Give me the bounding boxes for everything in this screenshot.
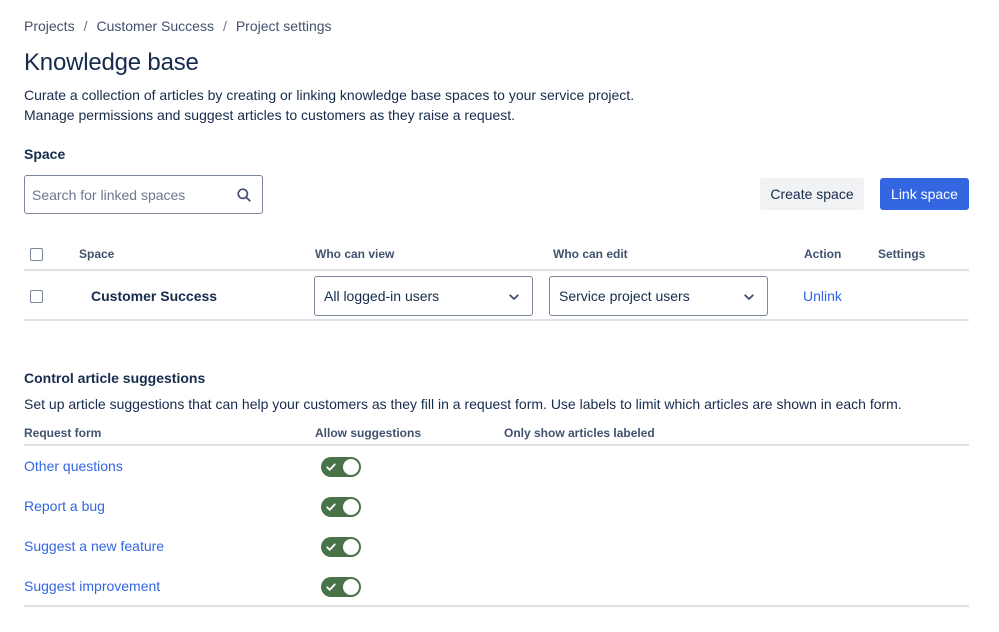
column-header-settings: Settings [878,247,926,261]
allow-suggestions-toggle[interactable] [321,457,361,477]
who-can-view-select[interactable]: All logged-in users [314,276,533,316]
breadcrumb-separator: / [222,18,227,34]
spaces-table-header: Space Who can view Who can edit Action S… [24,244,969,271]
toggle-knob [343,539,359,555]
column-header-allow-suggestions: Allow suggestions [315,426,422,440]
toggle-knob [343,499,359,515]
breadcrumb-customer-success[interactable]: Customer Success [96,18,213,34]
request-form-link[interactable]: Other questions [24,458,123,474]
check-icon [326,503,336,511]
allow-suggestions-toggle[interactable] [321,497,361,517]
page-description: Curate a collection of articles by creat… [24,85,634,125]
breadcrumb: Projects / Customer Success / Project se… [24,18,332,34]
page-title: Knowledge base [24,49,199,76]
unlink-link[interactable]: Unlink [803,288,842,304]
breadcrumb-project-settings[interactable]: Project settings [236,18,332,34]
toggle-knob [343,579,359,595]
column-header-who-can-view[interactable]: Who can view [315,247,394,261]
list-item: Other questions [24,447,969,487]
search-linked-spaces-field [24,175,263,214]
column-header-request-form: Request form [24,426,102,440]
toggle-knob [343,459,359,475]
page-description-line2: Manage permissions and suggest articles … [24,107,516,123]
request-form-link[interactable]: Report a bug [24,498,105,514]
search-icon[interactable] [226,187,262,203]
search-input[interactable] [25,176,226,213]
who-can-edit-select[interactable]: Service project users [549,276,768,316]
page-description-line1: Curate a collection of articles by creat… [24,87,635,103]
who-can-edit-value: Service project users [559,288,690,304]
check-icon [326,463,336,471]
breadcrumb-separator: / [83,18,88,34]
allow-suggestions-toggle[interactable] [321,577,361,597]
row-checkbox[interactable] [30,290,43,303]
check-icon [326,583,336,591]
column-header-who-can-edit[interactable]: Who can edit [553,247,628,261]
table-divider [24,605,969,607]
row-space-name: Customer Success [91,288,218,304]
suggestions-section-title: Control article suggestions [24,370,206,386]
column-header-action: Action [804,247,842,261]
breadcrumb-projects[interactable]: Projects [24,18,75,34]
column-header-only-show-articles-labeled: Only show articles labeled [504,426,655,440]
suggestions-table-header: Request form Allow suggestions Only show… [24,426,969,446]
chevron-down-icon [744,288,754,304]
request-form-link[interactable]: Suggest improvement [24,578,160,594]
space-section-label: Space [24,146,66,162]
allow-suggestions-toggle[interactable] [321,537,361,557]
who-can-view-value: All logged-in users [324,288,440,304]
create-space-button[interactable]: Create space [760,178,864,210]
column-header-space[interactable]: Space [79,247,114,261]
select-all-checkbox[interactable] [30,248,43,261]
list-item: Report a bug [24,487,969,527]
check-icon [326,543,336,551]
list-item: Suggest a new feature [24,527,969,567]
list-item: Suggest improvement [24,567,969,607]
suggestions-section-description: Set up article suggestions that can help… [24,396,902,412]
chevron-down-icon [509,288,519,304]
table-row: Customer Success All logged-in users Ser… [24,271,969,321]
request-form-link[interactable]: Suggest a new feature [24,538,164,554]
link-space-button[interactable]: Link space [880,178,969,210]
